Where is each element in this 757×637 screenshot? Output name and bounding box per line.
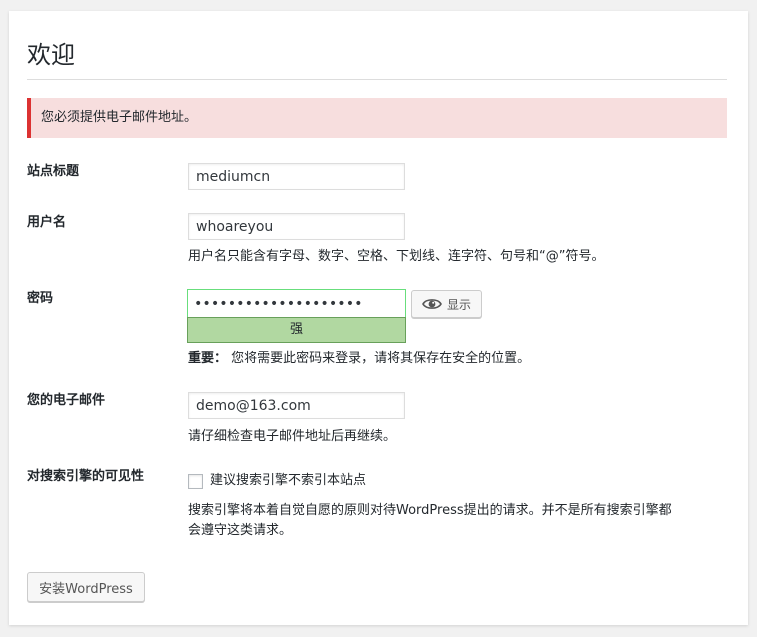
username-label: 用户名 <box>27 215 67 230</box>
visibility-description-line1: 搜索引擎将本着自觉自愿的原则对待WordPress提出的请求。并不是所有搜索引擎… <box>188 503 672 518</box>
install-card: 欢迎 您必须提供电子邮件地址。 站点标题 用户名 用户名只能含有字母、数字、空格… <box>9 11 748 625</box>
site-title-input[interactable] <box>188 163 405 190</box>
show-password-button[interactable]: 显示 <box>411 290 482 318</box>
error-notice: 您必须提供电子邮件地址。 <box>27 98 727 138</box>
noindex-checkbox[interactable] <box>188 474 203 489</box>
install-wordpress-button[interactable]: 安装WordPress <box>27 572 145 602</box>
password-label: 密码 <box>27 291 54 306</box>
password-input[interactable]: •••••••••••••••••••• <box>187 289 406 317</box>
page-title: 欢迎 <box>27 41 75 69</box>
password-strength-meter: 强 <box>187 317 406 343</box>
noindex-checkbox-label[interactable]: 建议搜索引擎不索引本站点 <box>210 471 366 491</box>
site-title-label: 站点标题 <box>27 164 80 179</box>
important-label: 重要： <box>188 351 228 366</box>
show-password-label: 显示 <box>446 297 471 312</box>
email-input[interactable] <box>188 392 405 419</box>
email-description: 请仔细检查电子邮件地址后再继续。 <box>188 429 397 444</box>
username-input[interactable] <box>188 213 405 240</box>
username-description: 用户名只能含有字母、数字、空格、下划线、连字符、句号和“@”符号。 <box>188 249 605 264</box>
visibility-label: 对搜索引擎的可见性 <box>27 469 145 484</box>
password-important-note: 重要： 您将需要此密码来登录，请将其保存在安全的位置。 <box>188 349 530 369</box>
title-divider <box>27 79 727 80</box>
important-text: 您将需要此密码来登录，请将其保存在安全的位置。 <box>231 351 531 366</box>
eye-icon <box>422 297 442 311</box>
email-label: 您的电子邮件 <box>27 393 106 408</box>
visibility-description-line2: 会遵守这类请求。 <box>188 523 293 538</box>
